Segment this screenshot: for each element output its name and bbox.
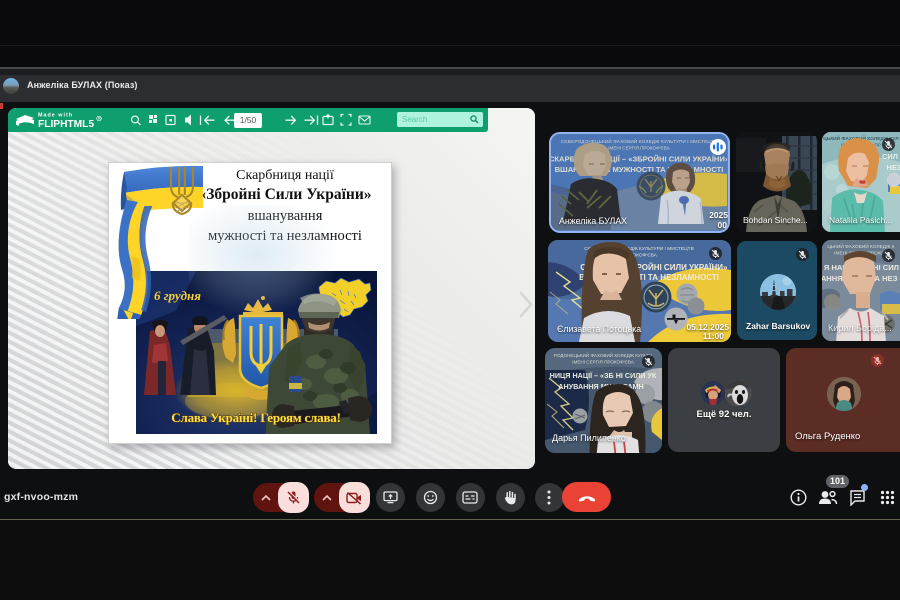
svg-text:Слава Українi! Героям слава!: Слава Українi! Героям слава! <box>171 410 340 425</box>
svg-text:НЕЗ: НЕЗ <box>887 163 900 172</box>
svg-text:СТІ ТА НЕЗЛАМНОСТІ: СТІ ТА НЕЗЛАМНОСТІ <box>633 273 719 282</box>
svg-text:ІМЕНІ СЕРГІЯ ПРОКОФ'ЄВА: ІМЕНІ СЕРГІЯ ПРОКОФ'ЄВА <box>572 360 634 365</box>
svg-text:R: R <box>98 116 101 121</box>
svg-text:Made with: Made with <box>38 113 73 119</box>
svg-text:РОДОНЕЦЬКИЙ ФАХОВИЙ КОЛЕДЖ КУЛ: РОДОНЕЦЬКИЙ ФАХОВИЙ КОЛЕДЖ КУЛЬТУ <box>554 351 652 358</box>
svg-text:РОЙНІ СИЛИ УКРАЇНИ»: РОЙНІ СИЛИ УКРАЇНИ» <box>637 263 729 272</box>
svg-text:А НЕЗ: А НЕЗ <box>875 274 898 283</box>
svg-text:СИЛ: СИЛ <box>882 152 898 161</box>
svg-text:FLIPHTML5: FLIPHTML5 <box>38 119 94 130</box>
svg-text:НИЦЯ НАЦІЇ – «ЗБ НІ СИЛИ: НИЦЯ НАЦІЇ – «ЗБ НІ СИЛИ УК <box>550 371 657 380</box>
svg-text:НІ СИЛ: НІ СИЛ <box>873 263 899 272</box>
